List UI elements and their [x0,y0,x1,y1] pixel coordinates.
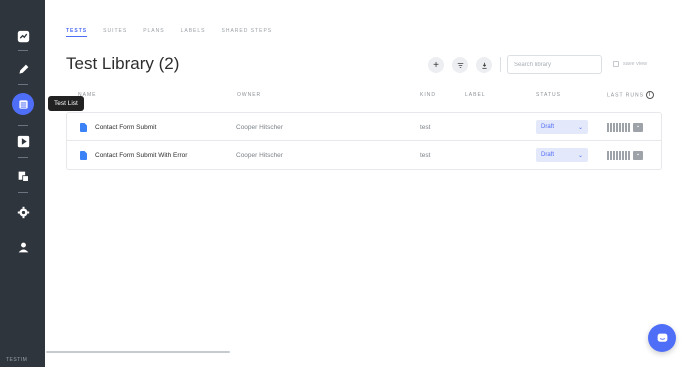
dashboard-icon[interactable] [13,26,33,46]
status-select[interactable]: Draft ⌄ [536,148,588,162]
gear-icon[interactable] [13,202,33,222]
chat-icon [657,333,667,342]
brand-logo: TESTIM [6,357,28,363]
status-value: Draft [541,124,555,130]
owner-cell: Cooper Hitscher [236,123,283,131]
tab-plans[interactable]: PLANS [143,28,164,37]
table-row[interactable]: Contact Form Submit Cooper Hitscher test… [67,113,661,141]
status-cell: Draft ⌄ [536,141,588,169]
filter-icon [457,62,463,68]
sidebar-divider [18,192,28,193]
pencil-icon[interactable] [13,59,33,79]
save-view-label: save view [623,61,648,67]
column-status[interactable]: STATUS [536,92,561,98]
info-icon[interactable]: i [645,91,654,99]
add-test-button[interactable]: + [428,57,444,73]
test-name-cell[interactable]: Contact Form Submit With Error [80,141,187,169]
chevron-down-icon: ⌄ [577,152,583,159]
download-icon [481,62,487,69]
chat-launcher-button[interactable] [648,324,676,352]
last-runs-bars[interactable]: ▪ [607,150,643,160]
horizontal-scrollbar[interactable] [46,351,230,353]
last-runs-bars[interactable]: ▪ [607,122,643,132]
status-select[interactable]: Draft ⌄ [536,120,588,134]
last-runs-cell: ▪ [607,113,643,141]
copy-icon[interactable] [13,166,33,186]
status-value: Draft [541,152,555,158]
section-tabs: TESTS SUITES PLANS LABELS SHARED STEPS [66,28,272,37]
search-input[interactable] [514,61,595,68]
tab-shared-steps[interactable]: SHARED STEPS [222,28,273,37]
column-last-runs-label: LAST RUNS [607,92,644,99]
column-last-runs[interactable]: LAST RUNS i [607,91,654,99]
page-title: Test Library (2) [66,54,180,73]
last-runs-cell: ▪ [607,141,643,169]
save-view-checkbox-icon [613,61,619,67]
owner-cell: Cooper Hitscher [236,151,283,159]
plus-icon: + [433,59,439,71]
more-runs-icon[interactable]: ▪ [633,122,643,132]
test-table: Contact Form Submit Cooper Hitscher test… [66,112,662,170]
sidebar-divider [18,125,28,126]
filter-button[interactable] [452,57,468,73]
more-runs-icon[interactable]: ▪ [633,150,643,160]
tooltip: Test List [48,96,84,111]
column-label[interactable]: LABEL [465,92,486,98]
tab-tests[interactable]: TESTS [66,28,88,37]
search-field[interactable] [507,55,602,74]
sidebar-divider [18,84,28,85]
sidebar: TESTIM [0,0,45,367]
user-icon[interactable] [13,237,33,257]
test-name: Contact Form Submit With Error [95,151,188,159]
kind-cell: test [420,123,431,131]
test-name: Contact Form Submit [95,123,157,131]
kind-cell: test [420,151,431,159]
tab-suites[interactable]: SUITES [103,28,127,37]
test-list-icon[interactable] [12,93,34,115]
document-icon [80,122,87,132]
sidebar-divider [18,157,28,158]
table-row[interactable]: Contact Form Submit With Error Cooper Hi… [67,141,661,169]
table-header: NAME OWNER KIND LABEL STATUS LAST RUNS i [66,91,662,104]
tab-labels[interactable]: LABELS [181,28,206,37]
status-cell: Draft ⌄ [536,113,588,141]
play-icon[interactable] [13,131,33,151]
column-owner[interactable]: OWNER [237,92,261,98]
document-icon [80,150,87,160]
chevron-down-icon: ⌄ [577,124,583,131]
column-kind[interactable]: KIND [420,92,436,98]
toolbar-divider [500,57,501,72]
save-view-button[interactable]: save view [613,61,647,67]
download-button[interactable] [476,57,492,73]
sidebar-divider [18,50,28,51]
test-name-cell[interactable]: Contact Form Submit [80,113,156,141]
